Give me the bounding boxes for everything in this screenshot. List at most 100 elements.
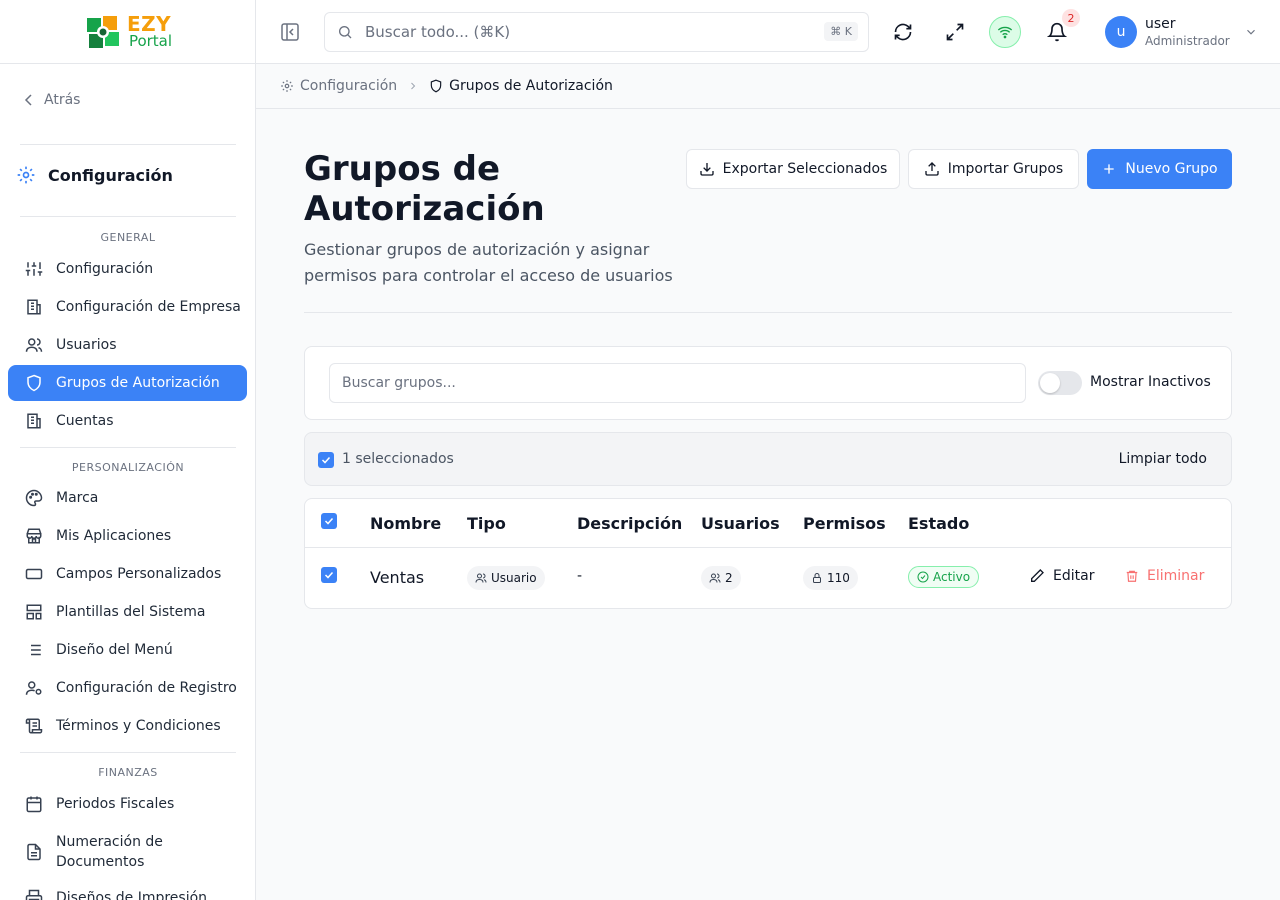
printer-icon [24, 888, 44, 900]
breadcrumb-item-configuracion[interactable]: Configuración [280, 78, 397, 94]
breadcrumb: Configuración Grupos de Autorización [256, 64, 1280, 109]
column-header-tipo[interactable]: Tipo [467, 514, 506, 533]
delete-button[interactable]: Eliminar [1125, 568, 1204, 584]
select-all-checkbox[interactable] [321, 513, 337, 529]
divider [20, 144, 236, 145]
column-header-descripcion[interactable]: Descripción [577, 514, 682, 533]
edit-label: Editar [1053, 568, 1095, 584]
store-icon [24, 526, 44, 546]
avatar: u [1105, 16, 1137, 49]
pencil-icon [1031, 569, 1044, 582]
new-group-button[interactable]: Nuevo Grupo [1087, 149, 1232, 189]
edit-button[interactable]: Editar [1029, 568, 1094, 584]
sidebar-item-terminos-condiciones[interactable]: Términos y Condiciones [8, 708, 247, 744]
sidebar-item-cuentas[interactable]: Cuentas [8, 403, 247, 439]
sidebar-toggle-icon[interactable] [280, 22, 300, 42]
sidebar-item-label: Campos Personalizados [56, 566, 222, 582]
brand-subtitle: Portal [128, 32, 173, 50]
column-header-permisos[interactable]: Permisos [803, 514, 886, 533]
sidebar-item-label: Usuarios [56, 337, 117, 353]
sidebar-item-mis-aplicaciones[interactable]: Mis Aplicaciones [8, 518, 247, 554]
chevron-down-icon [1246, 30, 1255, 35]
clear-all-button[interactable]: Limpiar todo [1119, 451, 1207, 467]
sidebar-item-configuracion-registro[interactable]: Configuración de Registro [8, 670, 247, 706]
users-icon [709, 573, 721, 583]
sidebar-item-usuarios[interactable]: Usuarios [8, 327, 247, 363]
import-groups-button[interactable]: Importar Grupos [908, 149, 1079, 189]
sidebar-item-configuracion-empresa[interactable]: Configuración de Empresa [8, 289, 247, 325]
users-count: 2 [725, 571, 733, 585]
sidebar-item-label: Mis Aplicaciones [56, 528, 172, 544]
row-checkbox[interactable] [321, 567, 337, 583]
group-label-personalizacion: PERSONALIZACIÓN [71, 461, 185, 474]
sidebar-item-periodos-fiscales[interactable]: Periodos Fiscales [8, 786, 247, 822]
page-title: Grupos de Autorización [304, 149, 545, 229]
delete-label: Eliminar [1147, 568, 1205, 584]
breadcrumb-label: Configuración [300, 78, 398, 94]
sidebar-item-campos-personalizados[interactable]: Campos Personalizados [8, 556, 247, 592]
expand-icon [946, 23, 964, 41]
section-header: Configuración [16, 165, 173, 185]
input-field-icon [24, 564, 44, 584]
back-link[interactable]: Atrás [24, 92, 80, 108]
sidebar-item-label: Marca [56, 490, 99, 506]
check-icon [321, 456, 331, 464]
divider [20, 752, 236, 753]
user-cog-icon [24, 678, 44, 698]
table-header: Nombre Tipo Descripción Usuarios Permiso… [305, 499, 1231, 548]
divider [20, 447, 236, 448]
sidebar-item-numeracion-documentos[interactable]: Numeración de Documentos [8, 830, 247, 874]
building-icon [24, 411, 44, 431]
sidebar-item-label: Periodos Fiscales [56, 796, 175, 812]
sidebar-item-plantillas-sistema[interactable]: Plantillas del Sistema [8, 594, 247, 630]
file-text-icon [24, 842, 44, 862]
column-header-nombre[interactable]: Nombre [370, 514, 441, 533]
shortcut-hint: ⌘ K [824, 22, 858, 41]
sidebar-item-grupos-autorizacion[interactable]: Grupos de Autorización [8, 365, 247, 401]
sidebar-item-label: Diseño del Menú [56, 642, 173, 658]
breadcrumb-label: Grupos de Autorización [449, 78, 613, 94]
selection-checkbox[interactable] [318, 452, 334, 468]
fullscreen-button[interactable] [939, 16, 971, 48]
logo-icon [86, 15, 119, 48]
plus-icon [1104, 164, 1115, 174]
search-icon [339, 26, 352, 39]
bell-icon [1047, 22, 1067, 42]
shield-icon [430, 79, 442, 93]
back-label: Atrás [44, 92, 81, 108]
selection-bar: 1 seleccionados Limpiar todo [304, 432, 1232, 486]
sidebar: EZY Portal Atrás Configuración GENERAL C… [0, 0, 256, 900]
sidebar-item-configuracion[interactable]: Configuración [8, 251, 247, 287]
sliders-icon [24, 259, 44, 279]
sidebar-item-label: Plantillas del Sistema [56, 604, 206, 620]
export-selected-button[interactable]: Exportar Seleccionados [686, 149, 900, 189]
logo[interactable]: EZY Portal [0, 0, 255, 64]
show-inactive-toggle[interactable] [1038, 371, 1082, 395]
users-icon [475, 573, 487, 583]
user-menu[interactable]: u user Administrador [1105, 16, 1258, 49]
group-search-input[interactable] [329, 363, 1026, 403]
sidebar-item-label: Configuración de Empresa [56, 299, 241, 315]
sidebar-item-label: Términos y Condiciones [56, 718, 221, 734]
column-header-estado[interactable]: Estado [908, 514, 969, 533]
shield-icon [24, 373, 44, 393]
group-label-general: GENERAL [100, 231, 156, 244]
selected-count: 1 seleccionados [342, 451, 454, 467]
permissions-count: 110 [827, 571, 850, 585]
breadcrumb-item-current: Grupos de Autorización [429, 78, 613, 94]
global-search[interactable]: ⌘ K [324, 12, 869, 52]
sidebar-item-disenos-impresion[interactable]: Diseños de Impresión [8, 880, 247, 900]
refresh-button[interactable] [887, 16, 919, 48]
upload-icon [925, 162, 939, 176]
button-label: Nuevo Grupo [1125, 161, 1218, 177]
connection-status[interactable] [989, 16, 1021, 48]
sidebar-item-marca[interactable]: Marca [8, 480, 247, 516]
refresh-icon [894, 23, 912, 41]
column-header-usuarios[interactable]: Usuarios [701, 514, 780, 533]
section-title: Configuración [48, 165, 173, 185]
global-search-input[interactable] [365, 23, 795, 41]
sidebar-item-diseno-menu[interactable]: Diseño del Menú [8, 632, 247, 668]
divider [304, 312, 1232, 313]
group-description: - [577, 568, 583, 584]
gear-icon [17, 166, 35, 184]
